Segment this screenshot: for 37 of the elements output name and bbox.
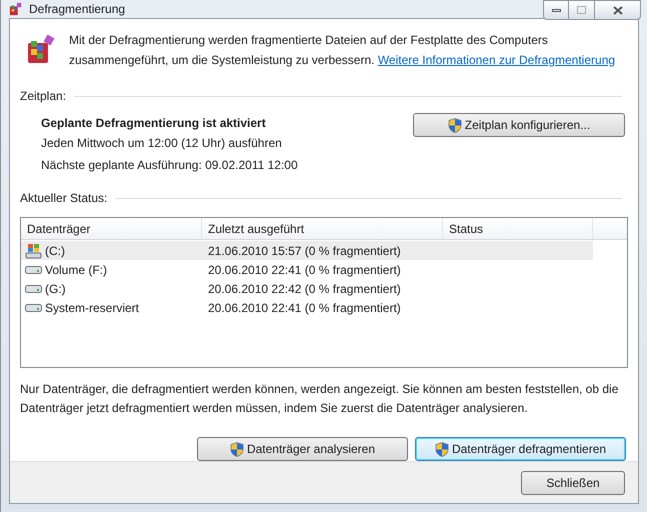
close-dialog-button[interactable]: Schließen — [521, 470, 625, 494]
last-run-cell-text: 21.06.2010 15:57 (0 % fragmentiert) — [207, 242, 401, 260]
drive-icon — [25, 264, 42, 274]
drive-icon — [25, 284, 42, 294]
section-heading: Zeitplan: — [20, 88, 66, 105]
window-title: Defragmentierung — [29, 1, 126, 18]
schedule-detail: Jeden Mittwoch um 12:00 (12 Uhr) ausführen — [41, 135, 283, 152]
drive-row[interactable]: System-reserviert 20.06.2010 22:41 (0 % fragmentiert) — [21, 298, 593, 317]
drive-row[interactable]: Volume (F:) 20.06.2010 22:41 (0 % fragmentiert) — [21, 260, 593, 279]
drive-name: (G:) — [45, 280, 66, 298]
section-heading: Aktueller Status: — [20, 190, 108, 207]
defragment-button[interactable]: Datenträger defragmentieren — [415, 437, 626, 461]
drive-name: System-reserviert — [45, 300, 140, 316]
minimize-button[interactable] — [543, 0, 569, 20]
column-header[interactable]: Status — [443, 218, 593, 239]
last-run-cell-text: 20.06.2010 22:41 (0 % fragmentiert) — [207, 300, 401, 316]
schedule-status: Geplante Defragmentierung ist aktiviert — [41, 115, 267, 132]
drive-name: (C:) — [45, 242, 65, 260]
close-button[interactable] — [595, 0, 641, 20]
defrag-icon — [9, 2, 23, 16]
schedule-detail: Nächste geplante Ausführung: 09.02.2011 12:00 — [41, 157, 299, 174]
configure-schedule-button[interactable]: Zeitplan konfigurieren... — [413, 113, 625, 137]
last-run-cell-text: 20.06.2010 22:42 (0 % fragmentiert) — [207, 280, 401, 298]
drive-row[interactable]: (G:) 20.06.2010 22:42 (0 % fragmentiert) — [21, 279, 593, 298]
more-info-link[interactable]: Weitere Informationen zur Defragmentierung — [378, 53, 616, 67]
last-run-cell-text: 20.06.2010 22:41 (0 % fragmentiert) — [207, 262, 401, 278]
maximize-button[interactable] — [569, 0, 595, 20]
column-header[interactable]: Datenträger — [21, 218, 202, 239]
column-header[interactable]: Zuletzt ausgeführt — [202, 218, 443, 239]
analyze-button[interactable]: Datenträger analysieren — [197, 437, 408, 461]
system-drive-icon — [25, 242, 42, 258]
drive-name: Volume (F:) — [45, 262, 108, 278]
drive-icon — [25, 302, 42, 312]
drive-row[interactable]: (C:) 21.06.2010 15:57 (0 % fragmentiert) — [21, 241, 593, 260]
info-text: Nur Datenträger, die defragmentiert werden können, werden angezeigt. Sie können am besten feststellen, ob die Datenträger jetzt defragmentiert werden müssen, indem Sie zuerst die Datenträger analysieren. — [19, 381, 620, 417]
intro-text: Mit der Defragmentierung werden fragmentierte Dateien auf der Festplatte des Computers zusammengeführt, um die Systemleistung zu verbessern. Weitere Informationen zur Defragmentierung — [69, 32, 616, 69]
close-icon — [612, 6, 622, 14]
